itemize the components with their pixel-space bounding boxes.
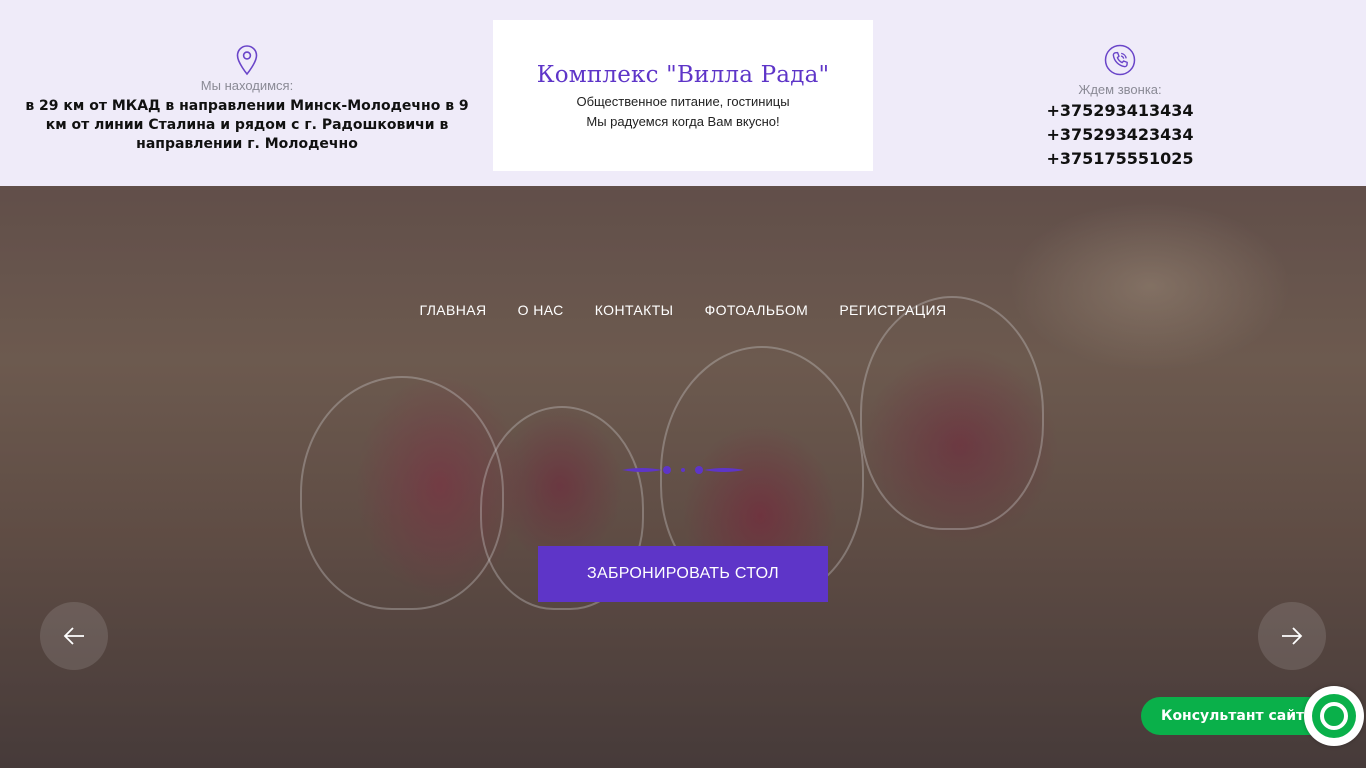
hero-banner: ГЛАВНАЯ О НАС КОНТАКТЫ ФОТОАЛЬБОМ РЕГИСТ… — [0, 186, 1366, 768]
decorative-divider — [622, 466, 744, 474]
slider-prev-button[interactable] — [40, 602, 108, 670]
consultant-widget-label[interactable]: Консультант сайта — [1141, 697, 1331, 735]
main-nav: ГЛАВНАЯ О НАС КОНТАКТЫ ФОТОАЛЬБОМ РЕГИСТ… — [0, 300, 1366, 319]
nav-item-about[interactable]: О НАС — [518, 302, 564, 318]
chat-icon — [1312, 694, 1356, 738]
phone-link-3[interactable]: +375175551025 — [1010, 147, 1230, 171]
arrow-right-icon — [1282, 627, 1303, 645]
book-table-button[interactable]: ЗАБРОНИРОВАТЬ СТОЛ — [538, 546, 828, 602]
phone-link-1[interactable]: +375293413434 — [1010, 99, 1230, 123]
nav-item-photoalbum[interactable]: ФОТОАЛЬБОМ — [705, 302, 809, 318]
location-block: Мы находимся: в 29 км от МКАД в направле… — [20, 44, 474, 154]
header-bar: Мы находимся: в 29 км от МКАД в направле… — [0, 0, 1366, 186]
phone-icon — [1104, 44, 1136, 76]
location-caption: Мы находимся: — [200, 78, 294, 93]
site-subtitle: Общественное питание, гостиницы — [576, 94, 790, 109]
nav-item-contacts[interactable]: КОНТАКТЫ — [595, 302, 674, 318]
map-pin-icon — [236, 45, 258, 76]
consultant-widget-button[interactable] — [1304, 686, 1364, 746]
site-tagline: Мы радуемся когда Вам вкусно! — [586, 114, 780, 129]
site-title[interactable]: Комплекс "Вилла Рада" — [493, 62, 873, 88]
arrow-left-icon — [63, 627, 84, 645]
hero-overlay — [0, 186, 1366, 768]
nav-item-registration[interactable]: РЕГИСТРАЦИЯ — [839, 302, 946, 318]
contacts-block: Ждем звонка: +375293413434 +375293423434… — [1010, 44, 1230, 171]
contacts-caption: Ждем звонка: — [1078, 82, 1162, 97]
slider-next-button[interactable] — [1258, 602, 1326, 670]
nav-item-home[interactable]: ГЛАВНАЯ — [420, 302, 487, 318]
brand-card: Комплекс "Вилла Рада" Общественное питан… — [493, 20, 873, 171]
phone-link-2[interactable]: +375293423434 — [1010, 123, 1230, 147]
address-text: в 29 км от МКАД в направлении Минск-Моло… — [25, 98, 469, 152]
